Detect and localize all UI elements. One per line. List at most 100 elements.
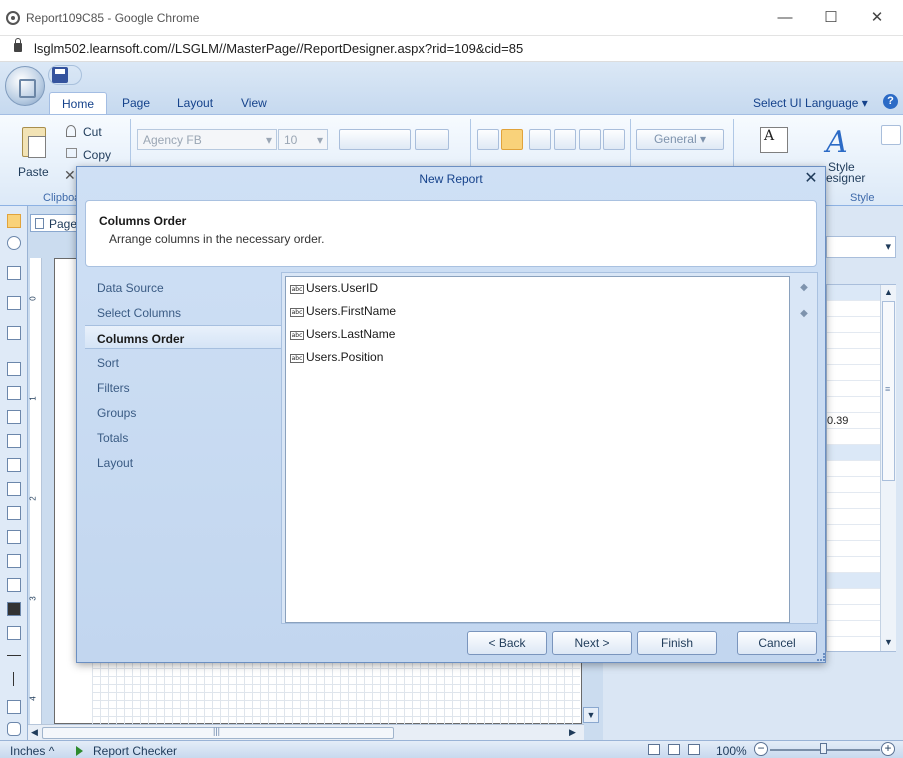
step-columns-order[interactable]: Columns Order	[85, 325, 281, 349]
property-row[interactable]	[827, 333, 881, 349]
scroll-down-button[interactable]: ▼	[884, 637, 893, 647]
property-row[interactable]	[827, 509, 881, 525]
border-none-button[interactable]	[501, 129, 523, 150]
url-text[interactable]: lsglm502.learnsoft.com//LSGLM//MasterPag…	[34, 41, 523, 56]
property-row[interactable]	[827, 349, 881, 365]
property-row[interactable]	[827, 493, 881, 509]
conditional-format-icon[interactable]: A	[760, 127, 788, 153]
horizontal-line-tool-icon[interactable]	[7, 655, 21, 656]
cut-button[interactable]: Cut	[83, 125, 102, 139]
property-row[interactable]	[827, 285, 881, 301]
border-left-button[interactable]	[554, 129, 576, 150]
zoom-in-button[interactable]: +	[881, 742, 895, 756]
band-tool-icon[interactable]	[7, 266, 21, 280]
barcode-buttons[interactable]	[339, 129, 411, 150]
property-row[interactable]	[827, 605, 881, 621]
style-designer-icon[interactable]: A	[826, 125, 848, 160]
paste-icon[interactable]	[22, 127, 46, 158]
list-item[interactable]: abc Users.FirstName	[290, 304, 396, 322]
property-row[interactable]	[827, 381, 881, 397]
step-select-columns[interactable]: Select Columns	[85, 300, 281, 324]
ui-language-selector[interactable]: Select UI Language ▾	[753, 96, 868, 110]
copy-button[interactable]: Copy	[83, 148, 111, 162]
component-tool-icon[interactable]	[7, 326, 21, 340]
properties-scrollbar[interactable]: ▲ ≡ ▼	[880, 285, 896, 651]
cancel-button[interactable]: Cancel	[737, 631, 817, 655]
hand-tool-icon[interactable]	[7, 236, 21, 250]
image-tool-icon[interactable]	[7, 578, 21, 592]
next-button[interactable]: Next >	[552, 631, 632, 655]
step-sort[interactable]: Sort	[85, 350, 281, 374]
scroll-up-button[interactable]: ▲	[884, 287, 893, 297]
scroll-right-button[interactable]: ▶	[569, 727, 576, 738]
page-grid[interactable]	[92, 660, 580, 724]
zoom-slider-handle[interactable]	[820, 743, 827, 754]
finish-button[interactable]: Finish	[637, 631, 717, 655]
subreport-tool-icon[interactable]	[7, 482, 21, 496]
dialog-resize-grip[interactable]	[817, 653, 825, 661]
table-tool-icon[interactable]	[7, 506, 21, 520]
property-row[interactable]	[827, 541, 881, 557]
scroll-left-button[interactable]: ◀	[31, 727, 38, 738]
barcode-tool-icon[interactable]	[7, 602, 21, 616]
page-tool-icon[interactable]	[7, 362, 21, 376]
move-down-icon[interactable]: ◆	[798, 308, 810, 320]
two-page-view-icon[interactable]	[668, 744, 680, 755]
vertical-line-tool-icon[interactable]	[13, 672, 14, 686]
designer-scroll-down-button[interactable]: ▼	[583, 707, 599, 723]
property-row[interactable]	[827, 525, 881, 541]
dialog-close-icon[interactable]: ✕	[802, 169, 820, 189]
property-row[interactable]	[827, 301, 881, 317]
tab-page-design[interactable]: Page	[30, 214, 82, 232]
property-row[interactable]	[827, 557, 881, 573]
tab-page[interactable]: Page	[110, 92, 162, 114]
property-row[interactable]: 0.39	[827, 413, 881, 429]
border-bottom-button[interactable]	[579, 129, 601, 150]
application-menu-button[interactable]	[5, 66, 45, 106]
step-data-source[interactable]: Data Source	[85, 275, 281, 299]
zoom-out-button[interactable]: −	[754, 742, 768, 756]
property-row[interactable]	[827, 589, 881, 605]
tab-layout[interactable]: Layout	[165, 92, 225, 114]
list-item[interactable]: abc Users.UserID	[290, 281, 378, 299]
property-row[interactable]	[827, 461, 881, 477]
shape-tool-icon[interactable]	[7, 626, 21, 640]
back-button[interactable]: < Back	[467, 631, 547, 655]
format-combo[interactable]: General ▾	[636, 129, 724, 150]
step-totals[interactable]: Totals	[85, 425, 281, 449]
property-row[interactable]	[827, 429, 881, 445]
font-size-combo[interactable]: 10 ▾	[278, 129, 328, 150]
minimize-button[interactable]: —	[770, 6, 800, 30]
list-item[interactable]: abc Users.Position	[290, 350, 383, 368]
property-row[interactable]	[827, 365, 881, 381]
tab-view[interactable]: View	[229, 92, 279, 114]
rounded-rectangle-tool-icon[interactable]	[7, 722, 21, 736]
maximize-button[interactable]: ☐	[816, 6, 846, 30]
label-tool-icon[interactable]	[7, 554, 21, 568]
container-tool-icon[interactable]	[7, 458, 21, 472]
border-all-button[interactable]	[477, 129, 499, 150]
multi-page-view-icon[interactable]	[688, 744, 700, 755]
designer-horizontal-scrollbar[interactable]: ◀ ||| ▶	[28, 724, 584, 740]
units-selector[interactable]: Inches ^	[10, 744, 54, 758]
property-row[interactable]	[827, 445, 881, 461]
border-right-button[interactable]	[603, 129, 625, 150]
pointer-tool-icon[interactable]	[7, 214, 21, 228]
border-top-button[interactable]	[529, 129, 551, 150]
address-bar[interactable]: lsglm502.learnsoft.com//LSGLM//MasterPag…	[0, 36, 903, 62]
crosstab-tool-icon[interactable]	[7, 530, 21, 544]
font-family-combo[interactable]: Agency FB ▾	[137, 129, 277, 150]
property-row[interactable]	[827, 317, 881, 333]
text-tool-icon[interactable]	[7, 410, 21, 424]
list-item[interactable]: abc Users.LastName	[290, 327, 395, 345]
property-row[interactable]	[827, 397, 881, 413]
close-window-button[interactable]: ✕	[862, 6, 892, 30]
page-view-icon[interactable]	[648, 744, 660, 755]
properties-object-combo[interactable]: ▾	[826, 236, 896, 258]
style-swatch[interactable]	[881, 125, 901, 145]
property-row[interactable]	[827, 621, 881, 637]
rectangle-tool-icon[interactable]	[7, 700, 21, 714]
step-groups[interactable]: Groups	[85, 400, 281, 424]
property-row[interactable]	[827, 477, 881, 493]
scroll-thumb[interactable]: |||	[42, 726, 394, 739]
